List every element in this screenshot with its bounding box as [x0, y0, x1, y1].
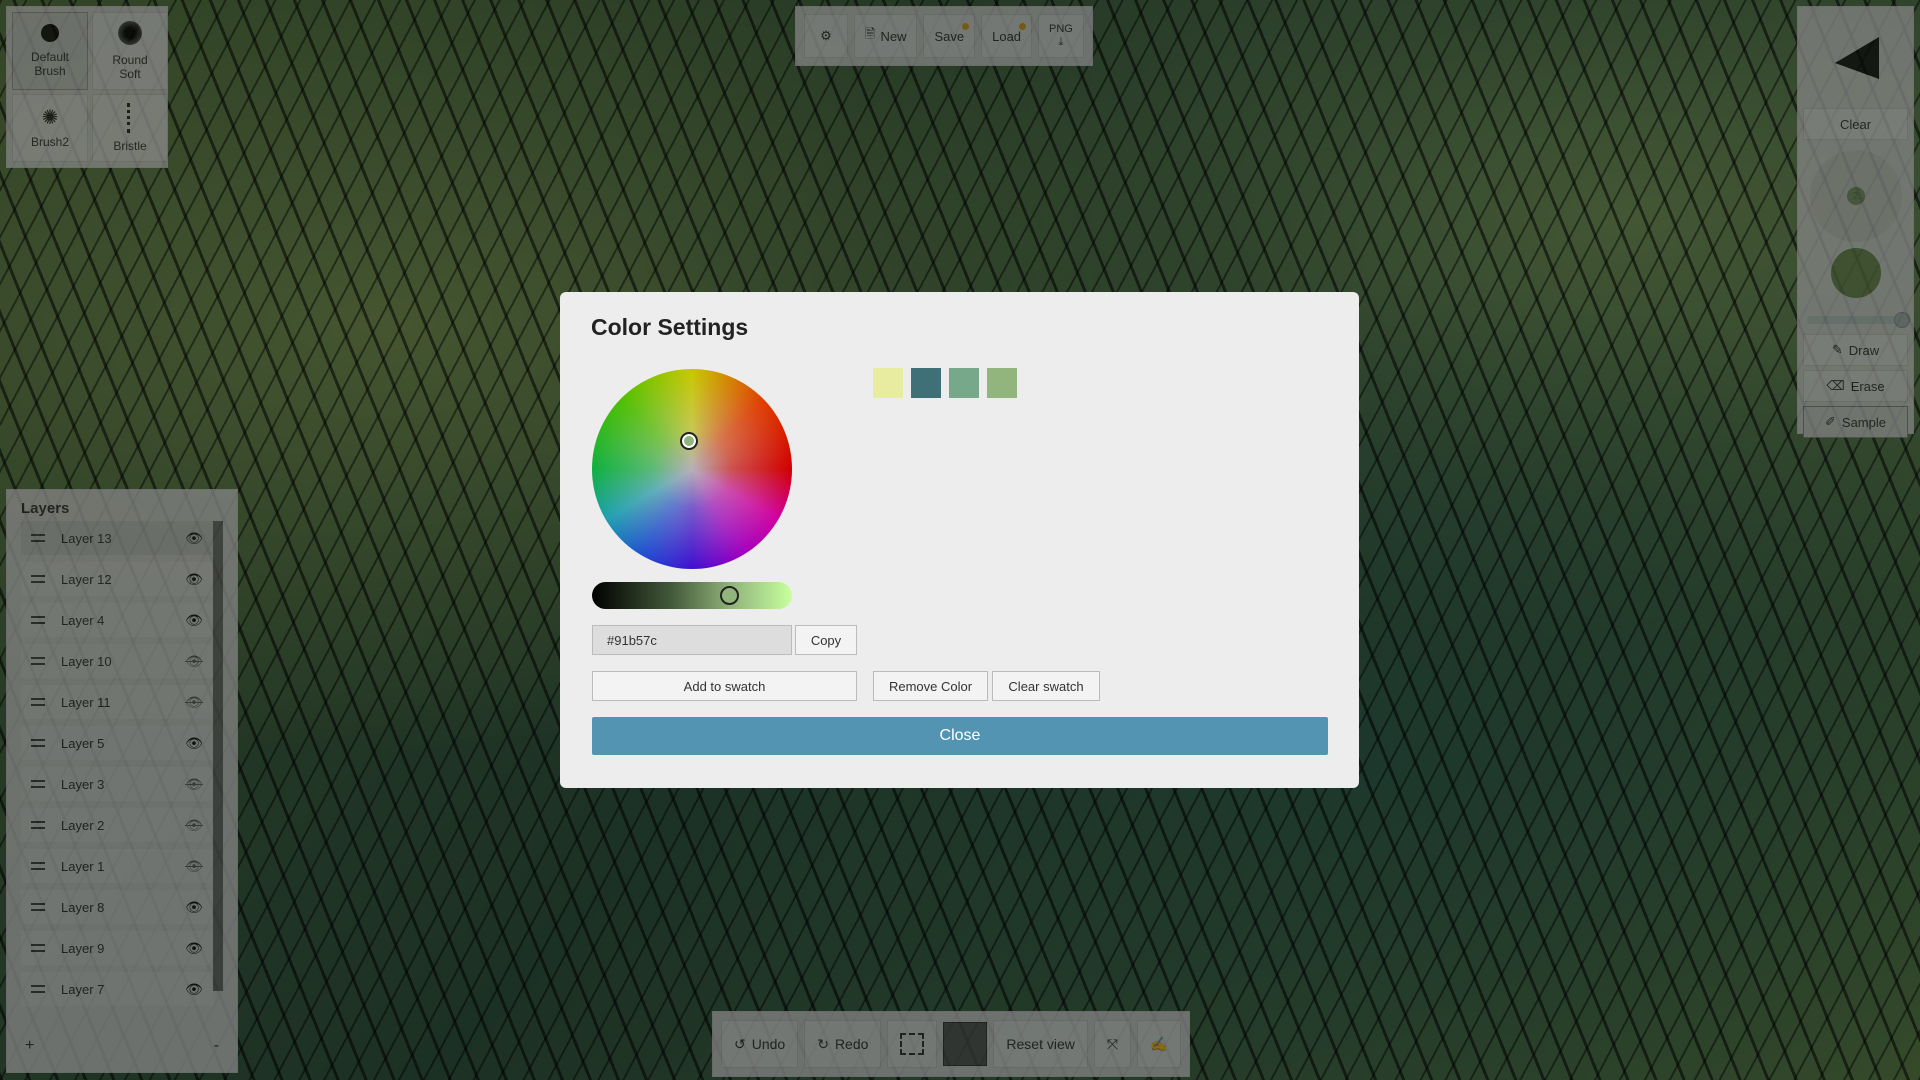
brightness-handle[interactable] — [720, 586, 739, 605]
copy-button[interactable]: Copy — [795, 625, 857, 655]
clear-swatch-button[interactable]: Clear swatch — [992, 671, 1100, 701]
swatch-list — [873, 368, 1017, 398]
swatch-color[interactable] — [873, 368, 903, 398]
remove-color-button[interactable]: Remove Color — [873, 671, 988, 701]
close-button[interactable]: Close — [592, 717, 1328, 755]
swatch-color[interactable] — [949, 368, 979, 398]
hex-color-input[interactable] — [592, 625, 792, 655]
dialog-title: Color Settings — [591, 314, 749, 340]
brightness-slider[interactable] — [592, 582, 792, 609]
color-wheel[interactable] — [592, 369, 792, 569]
color-wheel-handle[interactable] — [680, 432, 698, 450]
color-settings-dialog: Color Settings Copy Add to swatch Remove… — [560, 292, 1359, 788]
add-to-swatch-button[interactable]: Add to swatch — [592, 671, 857, 701]
swatch-color[interactable] — [911, 368, 941, 398]
swatch-color[interactable] — [987, 368, 1017, 398]
